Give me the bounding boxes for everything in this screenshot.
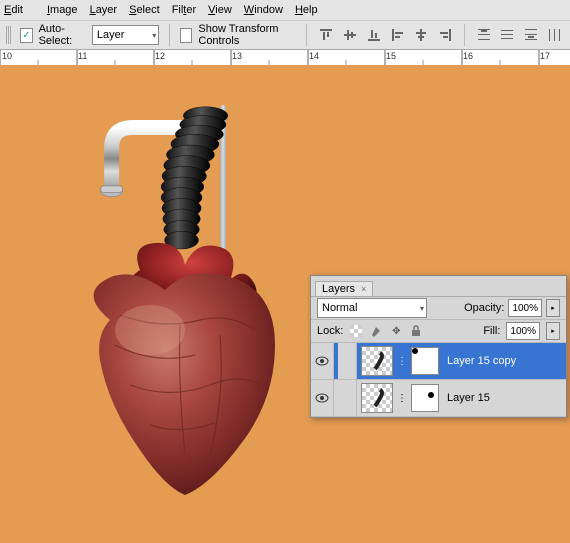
lock-label: Lock: bbox=[317, 325, 343, 337]
tab-layers[interactable]: Layers × bbox=[315, 281, 373, 296]
show-transform-label: Show Transform Controls bbox=[198, 23, 296, 47]
lock-position-icon[interactable]: ✥ bbox=[389, 324, 403, 338]
align-right-icon[interactable] bbox=[436, 24, 454, 46]
distribute-vcenter-icon[interactable] bbox=[499, 24, 517, 46]
align-hcenter-icon[interactable] bbox=[412, 24, 430, 46]
separator bbox=[464, 24, 465, 46]
opacity-flyout[interactable]: ▸ bbox=[546, 299, 560, 317]
lock-pixels-icon[interactable] bbox=[369, 324, 383, 338]
opacity-label: Opacity: bbox=[464, 302, 504, 314]
close-icon[interactable]: × bbox=[361, 284, 366, 294]
align-vcenter-icon[interactable] bbox=[341, 24, 359, 46]
menu-select[interactable]: Select bbox=[129, 4, 160, 16]
show-transform-checkbox[interactable]: ✓ bbox=[180, 28, 192, 43]
menu-bar: Edit Image Layer Select Filter View Wind… bbox=[0, 0, 570, 21]
align-bottom-icon[interactable] bbox=[365, 24, 383, 46]
auto-select-dropdown[interactable]: Layer bbox=[92, 25, 159, 45]
fill-flyout[interactable]: ▸ bbox=[546, 322, 560, 340]
menu-help[interactable]: Help bbox=[295, 4, 318, 16]
mask-link-icon[interactable]: ⋮ bbox=[397, 356, 407, 367]
lock-transparency-icon[interactable] bbox=[349, 324, 363, 338]
menu-image[interactable]: Image bbox=[47, 4, 78, 16]
link-cell bbox=[338, 343, 357, 379]
menu-layer[interactable]: Layer bbox=[90, 4, 118, 16]
separator bbox=[169, 24, 170, 46]
blend-opacity-row: Normal Opacity: 100% ▸ bbox=[311, 297, 566, 320]
panel-tab-row: Layers × bbox=[311, 276, 566, 297]
layer-mask-thumbnail[interactable] bbox=[411, 384, 439, 412]
link-cell bbox=[338, 380, 357, 416]
lock-fill-row: Lock: ✥ Fill: 100% ▸ bbox=[311, 320, 566, 343]
tab-label: Layers bbox=[322, 283, 355, 295]
lock-all-icon[interactable] bbox=[409, 324, 423, 338]
toolbar-grip[interactable] bbox=[6, 26, 12, 44]
visibility-toggle[interactable] bbox=[311, 380, 334, 416]
opacity-field[interactable]: 100% bbox=[508, 299, 542, 317]
menu-edit[interactable]: Edit bbox=[4, 4, 35, 16]
blend-mode-dropdown[interactable]: Normal bbox=[317, 298, 427, 318]
visibility-toggle[interactable] bbox=[311, 343, 334, 379]
mask-link-icon[interactable]: ⋮ bbox=[397, 393, 407, 404]
auto-select-checkbox[interactable]: ✓ bbox=[20, 28, 32, 43]
heart-shape bbox=[70, 235, 300, 505]
layer-name[interactable]: Layer 15 bbox=[443, 392, 562, 404]
menu-filter[interactable]: Filter bbox=[172, 4, 196, 16]
distribute-bottom-icon[interactable] bbox=[522, 24, 540, 46]
layer-thumbnail[interactable] bbox=[361, 346, 393, 376]
menu-view[interactable]: View bbox=[208, 4, 232, 16]
auto-select-label: Auto-Select: bbox=[39, 23, 86, 47]
align-left-icon[interactable] bbox=[389, 24, 407, 46]
align-top-icon[interactable] bbox=[317, 24, 335, 46]
canvas[interactable]: Layers × Normal Opacity: 100% ▸ Lock: ✥ bbox=[0, 65, 570, 543]
layers-panel[interactable]: Layers × Normal Opacity: 100% ▸ Lock: ✥ bbox=[310, 275, 567, 418]
distribute-top-icon[interactable] bbox=[475, 24, 493, 46]
options-bar: ✓ Auto-Select: Layer ✓ Show Transform Co… bbox=[0, 21, 570, 50]
separator bbox=[306, 24, 307, 46]
layer-mask-thumbnail[interactable] bbox=[411, 347, 439, 375]
distribute-left-icon[interactable] bbox=[546, 24, 564, 46]
fill-field[interactable]: 100% bbox=[506, 322, 540, 340]
layer-row[interactable]: ⋮ Layer 15 bbox=[311, 380, 566, 417]
layer-name[interactable]: Layer 15 copy bbox=[443, 355, 562, 367]
menu-window[interactable]: Window bbox=[244, 4, 283, 16]
layer-thumbnail[interactable] bbox=[361, 383, 393, 413]
artwork bbox=[50, 85, 330, 515]
fill-label: Fill: bbox=[483, 325, 500, 337]
layer-row[interactable]: ⋮ Layer 15 copy bbox=[311, 343, 566, 380]
